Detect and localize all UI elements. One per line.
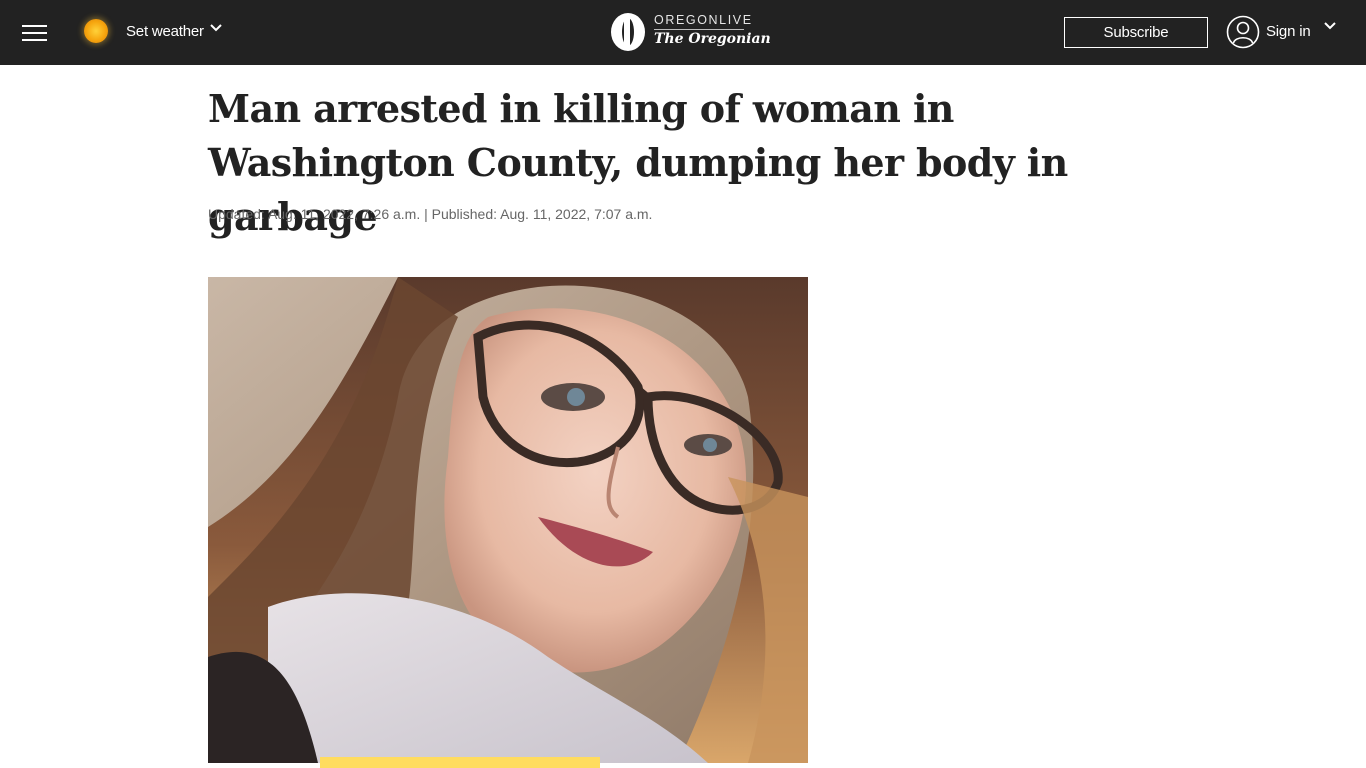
portrait-photo-illustration <box>208 277 808 763</box>
article-dateline: Updated: Aug. 11, 2022, 7:26 a.m. | Publ… <box>208 206 653 222</box>
set-weather-label: Set weather <box>126 23 204 40</box>
oregonlive-logo[interactable]: OREGONLIVE The Oregonian <box>610 12 771 54</box>
logo-divider <box>654 29 744 30</box>
subscribe-button[interactable]: Subscribe <box>1064 17 1208 48</box>
photo-caption-accent-bar <box>320 757 600 768</box>
chevron-down-icon <box>1324 22 1336 30</box>
logo-oregonian-text: The Oregonian <box>654 31 771 47</box>
oregonian-o-logo <box>611 13 645 51</box>
sun-icon <box>84 19 108 43</box>
hamburger-menu-icon[interactable] <box>22 24 48 42</box>
sign-in-label: Sign in <box>1266 23 1311 40</box>
logo-oregonlive-text: OREGONLIVE <box>654 13 753 27</box>
chevron-down-icon <box>210 24 222 32</box>
user-circle-icon <box>1226 15 1260 49</box>
top-nav-bar: Set weather OREGONLIVE The Oregonian Sub… <box>0 0 1366 65</box>
article-lead-photo[interactable] <box>208 277 808 763</box>
